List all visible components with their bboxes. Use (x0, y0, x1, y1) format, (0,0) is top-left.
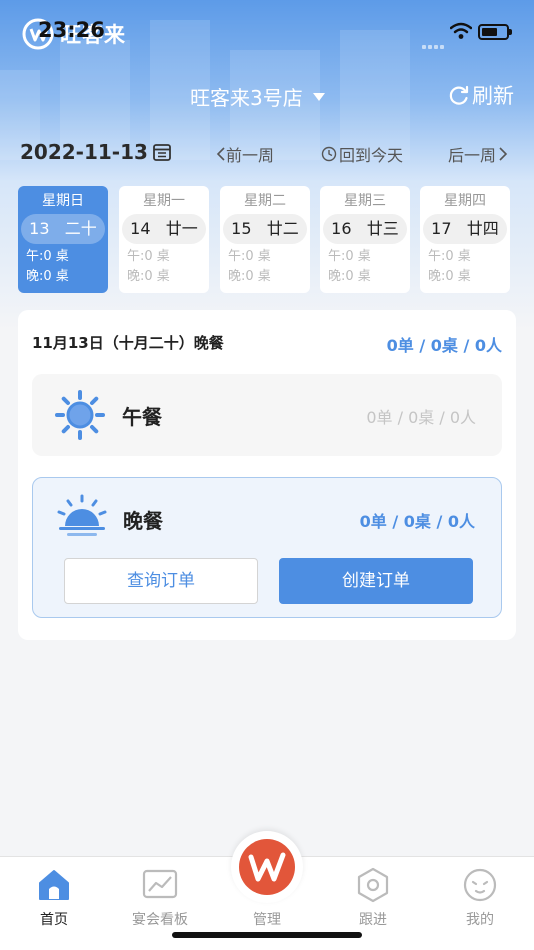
day-weekday: 星期日 (42, 193, 84, 209)
current-date: 2022-11-13 (20, 140, 148, 164)
day-date: 17 (431, 219, 452, 238)
home-indicator (172, 932, 362, 938)
day-lunar: 廿二 (266, 219, 299, 238)
day-date-pill: 17 廿四 (423, 214, 507, 244)
tab-dashboard[interactable]: 宴会看板 (120, 867, 200, 929)
day-card[interactable]: 星期日 13 二十 午:0 桌 晚:0 桌 (18, 186, 108, 293)
refresh-label: 刷新 (472, 84, 514, 108)
day-lunch-count: 午:0 桌 (228, 249, 271, 264)
day-dinner-count: 晚:0 桌 (328, 269, 371, 284)
hexagon-target-icon (357, 867, 389, 903)
chart-icon (142, 869, 178, 899)
week-strip: 星期日 13 二十 午:0 桌 晚:0 桌 星期一 14 廿一 午:0 桌 晚:… (18, 186, 512, 294)
dinner-stats: 0单 / 0桌 / 0人 (359, 512, 475, 531)
home-icon (39, 870, 69, 900)
chevron-left-icon (216, 147, 225, 161)
dinner-name: 晚餐 (123, 509, 163, 533)
create-order-button[interactable]: 创建订单 (279, 558, 473, 604)
next-week-label: 后一周 (448, 146, 497, 165)
status-time: 23:26 (38, 18, 105, 42)
day-dinner-count: 晚:0 桌 (26, 269, 69, 284)
day-lunch-count: 午:0 桌 (26, 249, 69, 264)
today-label: 回到今天 (339, 146, 404, 165)
day-weekday: 星期四 (444, 193, 486, 209)
summary-stats: 0单 / 0桌 / 0人 (386, 336, 502, 355)
signal-icon (422, 34, 446, 53)
day-weekday: 星期一 (143, 193, 185, 209)
day-date-pill: 14 廿一 (122, 214, 206, 244)
dinner-option[interactable]: 晚餐 0单 / 0桌 / 0人 查询订单 创建订单 (32, 477, 502, 618)
day-date: 15 (231, 219, 252, 238)
battery-icon (478, 24, 512, 40)
store-name: 旺客来3号店 (190, 86, 303, 110)
day-lunch-count: 午:0 桌 (428, 249, 471, 264)
meal-summary-card: 11月13日（十月二十）晚餐 0单 / 0桌 / 0人 午餐 0单 / 0桌 /… (18, 310, 516, 640)
store-selector[interactable]: 旺客来3号店 (190, 82, 325, 111)
day-dinner-count: 晚:0 桌 (428, 269, 471, 284)
day-card[interactable]: 星期一 14 廿一 午:0 桌 晚:0 桌 (119, 186, 209, 293)
lunch-name: 午餐 (122, 405, 162, 429)
day-card[interactable]: 星期三 16 廿三 午:0 桌 晚:0 桌 (320, 186, 410, 293)
prev-week-button[interactable]: 前一周 (216, 142, 274, 166)
prev-week-label: 前一周 (226, 146, 275, 165)
tab-home-label: 首页 (40, 912, 68, 928)
sunset-icon (57, 494, 107, 536)
tab-dashboard-label: 宴会看板 (132, 912, 188, 928)
day-lunar: 二十 (64, 219, 97, 238)
calendar-icon (153, 144, 171, 161)
tab-follow[interactable]: 跟进 (333, 867, 413, 929)
day-lunar: 廿四 (466, 219, 499, 238)
query-orders-button[interactable]: 查询订单 (64, 558, 258, 604)
day-date: 16 (331, 219, 352, 238)
lunch-stats: 0单 / 0桌 / 0人 (366, 408, 476, 427)
today-button[interactable]: 回到今天 (321, 142, 403, 166)
day-dinner-count: 晚:0 桌 (228, 269, 271, 284)
summary-title: 11月13日（十月二十）晚餐 (32, 334, 224, 352)
date-navigation: 2022-11-13 前一周 回到今天 后一周 (0, 138, 534, 170)
tab-mine[interactable]: 我的 (440, 867, 520, 929)
current-date-picker[interactable]: 2022-11-13 (20, 140, 172, 164)
day-lunch-count: 午:0 桌 (328, 249, 371, 264)
tab-follow-label: 跟进 (359, 912, 387, 928)
day-dinner-count: 晚:0 桌 (127, 269, 170, 284)
chevron-right-icon (499, 147, 508, 161)
day-lunar: 廿一 (165, 219, 198, 238)
profile-face-icon (463, 868, 497, 902)
tab-home[interactable]: 首页 (14, 867, 94, 929)
day-lunch-count: 午:0 桌 (127, 249, 170, 264)
tab-manage[interactable]: 管理 (227, 867, 307, 929)
clock-icon (321, 146, 337, 162)
next-week-button[interactable]: 后一周 (448, 142, 508, 166)
day-date: 14 (130, 219, 151, 238)
tab-mine-label: 我的 (466, 912, 494, 928)
day-date-pill: 15 廿二 (223, 214, 307, 244)
tab-manage-label: 管理 (253, 912, 281, 928)
lunch-option[interactable]: 午餐 0单 / 0桌 / 0人 (32, 374, 502, 456)
status-bar: 旺客来 23:26 (0, 0, 534, 64)
day-card[interactable]: 星期二 15 廿二 午:0 桌 晚:0 桌 (220, 186, 310, 293)
day-lunar: 廿三 (366, 219, 399, 238)
day-date-pill: 13 二十 (21, 214, 105, 244)
day-date: 13 (29, 219, 50, 238)
refresh-button[interactable]: 刷新 (448, 80, 514, 110)
day-card[interactable]: 星期四 17 廿四 午:0 桌 晚:0 桌 (420, 186, 510, 293)
day-weekday: 星期三 (344, 193, 386, 209)
sun-icon (55, 390, 105, 440)
caret-down-icon (312, 92, 325, 101)
wifi-icon (450, 22, 472, 39)
refresh-icon (449, 85, 469, 105)
battery-level (482, 28, 497, 36)
day-weekday: 星期二 (244, 193, 286, 209)
day-date-pill: 16 廿三 (323, 214, 407, 244)
